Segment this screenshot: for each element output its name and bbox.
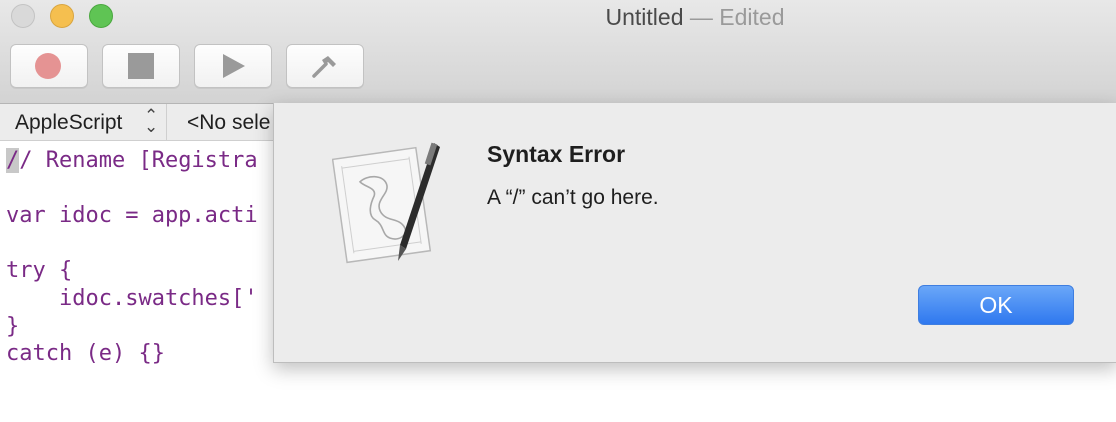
code-line-3: var idoc = app.acti bbox=[6, 203, 258, 229]
play-triangle-icon bbox=[223, 54, 245, 78]
record-button[interactable] bbox=[10, 44, 88, 88]
run-button[interactable] bbox=[194, 44, 272, 88]
code-line-5: try { bbox=[6, 258, 73, 284]
alert-title: Syntax Error bbox=[487, 141, 626, 167]
element-selection-popup[interactable]: <No sele bbox=[187, 111, 270, 135]
window-title: Untitled — Edited bbox=[0, 4, 1116, 31]
title-separator: — bbox=[689, 4, 713, 30]
compile-button[interactable] bbox=[286, 44, 364, 88]
record-circle-icon bbox=[35, 53, 61, 79]
up-down-chevron-icon: ⌃ ⌄ bbox=[144, 106, 159, 136]
code-line-6: idoc.swatches[' bbox=[6, 285, 258, 311]
hammer-icon bbox=[312, 56, 336, 78]
document-name: Untitled bbox=[605, 4, 684, 30]
language-popup[interactable]: AppleScript ⌃ ⌄ bbox=[0, 104, 167, 140]
stop-square-icon bbox=[128, 53, 154, 79]
code-line-8: catch (e) {} bbox=[6, 341, 165, 367]
edited-status: Edited bbox=[719, 4, 785, 30]
code-line-7: } bbox=[6, 313, 20, 339]
code-text: // Rename [Registra var idoc = app.acti … bbox=[6, 147, 258, 368]
selected-char: / bbox=[6, 148, 20, 173]
language-label: AppleScript bbox=[15, 111, 123, 134]
syntax-error-alert-sheet: Syntax Error A “/” can’t go here. OK bbox=[273, 103, 1116, 363]
title-bar: Untitled — Edited bbox=[0, 0, 1116, 104]
script-editor-app-icon bbox=[332, 142, 440, 264]
stop-button[interactable] bbox=[102, 44, 180, 88]
ok-button[interactable]: OK bbox=[918, 285, 1074, 325]
alert-message: A “/” can’t go here. bbox=[487, 186, 659, 209]
script-editor-window: Untitled — Edited AppleScript ⌃ ⌄ <No sel… bbox=[0, 0, 1116, 422]
code-line-1: / Rename [Registra bbox=[19, 148, 258, 173]
